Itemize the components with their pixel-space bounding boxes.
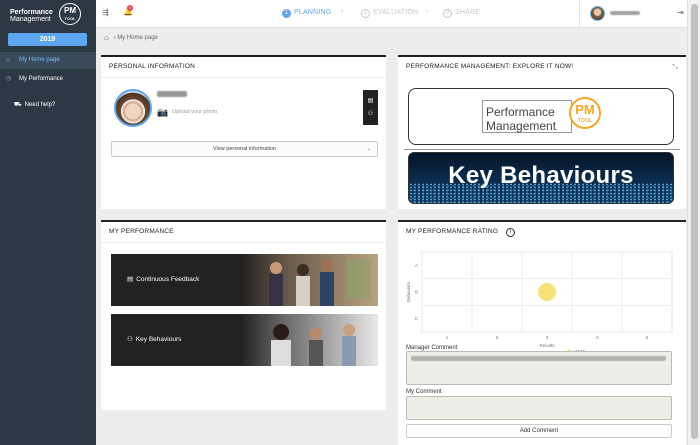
chevron-right-icon: ◷ <box>6 76 12 82</box>
panel-title: MY PERFORMANCE <box>109 228 174 235</box>
personal-info-panel: PERSONAL INFORMATION 📷 Upload your photo … <box>101 55 386 209</box>
my-comment-label: My Comment <box>406 389 442 395</box>
y-tick-label: C <box>415 316 419 321</box>
pm-tool-logo: Performance Management PM TOOL <box>482 97 601 133</box>
continuous-feedback-card[interactable]: ▤ Continuous Feedback <box>111 254 378 306</box>
home-icon: ⌂ <box>6 57 11 64</box>
key-behaviours-card[interactable]: ⚇ Key Behaviours <box>111 314 378 366</box>
pm-tool-card[interactable]: Performance Management PM TOOL <box>408 88 674 145</box>
my-comment-input[interactable] <box>406 396 672 420</box>
explore-panel: PERFORMANCE MANAGEMENT: EXPLORE IT NOW! … <box>398 55 686 209</box>
data-point <box>538 283 556 301</box>
feedback-icon: ▤ <box>127 276 134 283</box>
team-photo <box>241 314 378 366</box>
panel-title: MY PERFORMANCE RATING i <box>406 228 516 237</box>
sidebar: Performance Management PM TOOL 2019 ⌂ My … <box>0 0 96 445</box>
key-behaviours-card[interactable]: Key Behaviours <box>408 152 674 204</box>
step-planning[interactable]: 1 PLANNING <box>282 9 331 18</box>
org-chart-icon[interactable]: ⚇ <box>363 108 378 121</box>
breadcrumb: ⌂ › My Home page <box>104 33 158 42</box>
step-separator: › <box>341 8 344 15</box>
panel-title: PERSONAL INFORMATION <box>109 63 195 70</box>
year-selector[interactable]: 2019 <box>8 33 87 46</box>
x-tick-label: 4 <box>596 335 599 340</box>
x-tick-label: 3 <box>546 335 549 340</box>
x-tick-label: 2 <box>496 335 499 340</box>
need-help-link[interactable]: ⛟ Need help? <box>14 101 55 109</box>
profile-name <box>157 91 187 97</box>
user-avatar[interactable] <box>590 6 605 21</box>
info-icon[interactable]: i <box>506 228 516 237</box>
logo-badge: PM TOOL <box>59 3 81 25</box>
manager-comment-box <box>406 351 672 385</box>
chevron-down-icon: ⌄ <box>366 146 371 152</box>
x-tick-label: 1 <box>446 335 449 340</box>
x-axis-label: Results <box>539 343 555 348</box>
y-tick-label: B <box>415 290 418 295</box>
profile-tools: ▤ ⚇ <box>363 90 378 125</box>
logo-line1: Performance <box>10 9 53 16</box>
app-logo[interactable]: Performance Management PM TOOL <box>8 3 81 27</box>
step-separator: › <box>426 8 429 15</box>
menu-toggle-icon[interactable]: ⇶ <box>102 8 109 17</box>
upload-photo-link[interactable]: 📷 Upload your photo <box>157 107 217 118</box>
rating-chart: 12345ABCResultsBehaviors2018 <box>406 251 673 355</box>
scrollbar[interactable] <box>687 0 700 445</box>
camera-icon: 📷 <box>157 107 169 117</box>
expand-icon[interactable]: ⤡ <box>672 64 678 72</box>
step-evaluation[interactable]: 2 EVALUATION <box>361 9 418 18</box>
logout-icon[interactable]: ⇥ <box>677 8 684 17</box>
help-icon: ⛟ <box>14 102 22 108</box>
y-tick-label: A <box>415 263 418 268</box>
top-bar: ⇶ 🔔 9 1 PLANNING › 2 EVALUATION › 3 SHARE ⇥ <box>96 0 687 28</box>
performance-rating-panel: MY PERFORMANCE RATING i 1 2 3 4 5 A B C Results Be… <box>398 220 686 445</box>
notifications-icon[interactable]: 🔔 9 <box>123 5 133 16</box>
sidebar-item-my-performance[interactable]: ◷ My Performance <box>0 71 96 88</box>
my-performance-panel: MY PERFORMANCE ▤ Continuous Feedback ⚇ Key… <box>101 220 386 410</box>
team-photo <box>241 254 378 306</box>
sidebar-item-home[interactable]: ⌂ My Home page <box>0 52 96 69</box>
breadcrumb-current: My Home page <box>117 35 158 41</box>
y-axis-label: Behaviors <box>406 281 411 302</box>
document-icon[interactable]: ▤ <box>363 95 378 108</box>
divider <box>579 0 580 28</box>
manager-comment-text <box>411 356 666 361</box>
add-comment-button[interactable]: Add Comment <box>406 424 672 438</box>
behaviours-icon: ⚇ <box>127 336 133 343</box>
scrollbar-thumb[interactable] <box>691 4 698 439</box>
profile-photo[interactable] <box>114 89 152 127</box>
sidebar-item-label: My Performance <box>19 76 64 82</box>
x-tick-label: 5 <box>646 335 649 340</box>
notification-badge: 9 <box>127 5 133 11</box>
logo-line2: Management <box>10 16 51 23</box>
panel-title: PERFORMANCE MANAGEMENT: EXPLORE IT NOW! <box>406 63 574 70</box>
view-personal-info-button[interactable]: View personal information ⌄ <box>111 141 378 157</box>
user-name[interactable] <box>610 11 640 15</box>
home-icon[interactable]: ⌂ <box>104 33 109 42</box>
sidebar-item-label: My Home page <box>19 57 60 63</box>
step-share[interactable]: 3 SHARE <box>443 9 480 18</box>
